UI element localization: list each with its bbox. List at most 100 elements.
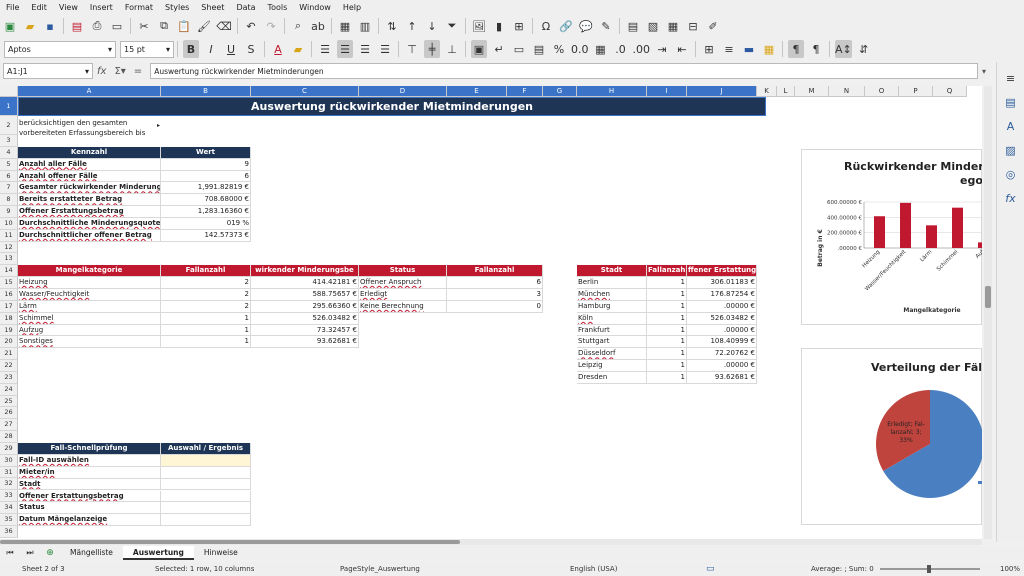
stadt-city[interactable]: Berlin (577, 277, 647, 290)
gallery-icon[interactable]: ▨ (1002, 141, 1020, 159)
stadt-cell[interactable]: 1 (647, 372, 687, 384)
row-header[interactable]: 19 (0, 324, 18, 337)
row-header[interactable]: 6 (0, 170, 18, 183)
menu-item[interactable]: Styles (159, 3, 195, 12)
font-name-box[interactable]: Aptos ▾ (4, 40, 116, 58)
stadt-city[interactable]: Frankfurt (577, 324, 647, 337)
kpi-header-value[interactable]: Wert (161, 146, 251, 159)
row-header[interactable]: 31 (0, 466, 18, 479)
row-header[interactable]: 20 (0, 336, 18, 349)
stadt-cell[interactable]: 72.20762 € (687, 348, 757, 361)
row-header[interactable]: 24 (0, 383, 18, 396)
stadt-cell[interactable]: 1 (647, 360, 687, 372)
pivot-table-icon[interactable]: ⊞ (511, 17, 527, 35)
column-header[interactable]: O (865, 86, 899, 97)
menu-item[interactable]: View (53, 3, 84, 12)
show-draw-functions-icon[interactable]: ✐ (705, 17, 721, 35)
mangel-cell[interactable]: 1 (161, 312, 251, 325)
find-replace-icon[interactable]: ⌕ (290, 17, 306, 35)
column-header[interactable]: K (757, 86, 777, 97)
align-top-icon[interactable]: ⊤ (404, 40, 420, 58)
add-sheet-icon[interactable]: ⊕ (42, 544, 58, 562)
name-box[interactable]: A1:J1 ▾ (3, 63, 93, 79)
center-vertically-icon[interactable]: ╪ (424, 40, 440, 58)
mangel-cell[interactable]: 1 (161, 324, 251, 337)
mangel-category[interactable]: Sonstiges (18, 336, 161, 349)
row-header[interactable]: 1 (0, 97, 18, 116)
hyperlink-icon[interactable]: 🔗 (558, 17, 574, 35)
row-header[interactable]: 25 (0, 395, 18, 408)
mangel-cell[interactable]: 1 (161, 336, 251, 349)
save-icon[interactable]: ▪ (42, 17, 58, 35)
row-header[interactable]: 13 (0, 253, 18, 266)
export-pdf-icon[interactable]: ▤ (69, 17, 85, 35)
note-line-2[interactable]: vorbereiteten Erfassungsbereich bis (18, 128, 178, 140)
percent-icon[interactable]: % (551, 40, 567, 58)
undo-icon[interactable]: ↶ (243, 17, 259, 35)
stadt-cell[interactable]: 1 (647, 336, 687, 349)
row-header[interactable]: 22 (0, 360, 18, 372)
row-header[interactable]: 2 (0, 116, 18, 135)
freeze-rows-columns-icon[interactable]: ▦ (665, 17, 681, 35)
mangel-header[interactable]: Fallanzahl (161, 265, 251, 278)
clone-formatting-icon[interactable]: 🖌 (196, 17, 212, 35)
italic-icon[interactable]: I (203, 40, 219, 58)
status-count[interactable]: 0 (447, 300, 543, 313)
cut-icon[interactable]: ✂ (136, 17, 152, 35)
add-decimal-icon[interactable]: .0 (613, 40, 629, 58)
last-sheet-icon[interactable]: ⏭ (22, 544, 38, 562)
kpi-header-key[interactable]: Kennzahl (18, 146, 161, 159)
status-header[interactable]: Fallanzahl (447, 265, 543, 278)
sort-ascending-icon[interactable]: ↑ (404, 17, 420, 35)
status-label[interactable]: Erledigt (359, 289, 447, 301)
mangel-category[interactable]: Lärm (18, 300, 161, 313)
mangel-cell[interactable]: 588.75657 € (251, 289, 359, 301)
paste-icon[interactable]: 📋 (176, 17, 192, 35)
row-header[interactable]: 21 (0, 348, 18, 361)
row-header[interactable]: 28 (0, 431, 18, 443)
corner-select-all[interactable] (0, 86, 18, 97)
zoom-level[interactable]: 100% (1000, 565, 1020, 573)
kpi-value[interactable]: 142.57373 € (161, 229, 251, 242)
status-count[interactable]: 6 (447, 277, 543, 290)
stadt-cell[interactable]: 1 (647, 277, 687, 290)
quick-header-result[interactable]: Auswahl / Ergebnis (161, 443, 251, 455)
justify-icon[interactable]: ☰ (377, 40, 393, 58)
bar-chart[interactable]: Rückwirkender Minderunegor 600.00000 € 400… (801, 149, 982, 325)
kpi-label[interactable]: Anzahl offener Fälle (18, 170, 161, 183)
column-header[interactable]: Q (933, 86, 967, 97)
column-header[interactable]: I (647, 86, 687, 97)
highlight-color-icon[interactable]: ▰ (290, 40, 306, 58)
mangel-header[interactable]: wirkender Minderungsbe (251, 265, 359, 278)
stadt-cell[interactable]: .00000 € (687, 324, 757, 337)
stadt-cell[interactable]: 1 (647, 300, 687, 313)
kpi-value[interactable]: 019 % (161, 217, 251, 230)
stadt-city[interactable]: Köln (577, 312, 647, 325)
quick-label[interactable]: Status (18, 502, 161, 515)
align-right-icon[interactable]: ☰ (357, 40, 373, 58)
column-header[interactable]: A (18, 86, 161, 97)
special-character-icon[interactable]: Ω (538, 17, 554, 35)
row-header[interactable]: 27 (0, 419, 18, 432)
stadt-cell[interactable]: .00000 € (687, 360, 757, 372)
autofilter-icon[interactable]: ⏷ (444, 17, 460, 35)
menu-item[interactable]: Data (230, 3, 261, 12)
row-header[interactable]: 35 (0, 514, 18, 526)
text-direction-icon[interactable]: A↕ (835, 40, 852, 58)
column-header[interactable]: F (507, 86, 543, 97)
kpi-label[interactable]: Anzahl aller Fälle (18, 158, 161, 171)
row-header[interactable]: 3 (0, 135, 18, 147)
row-header[interactable]: 8 (0, 194, 18, 207)
sort-descending-icon[interactable]: ↓ (424, 17, 440, 35)
menu-item[interactable]: File (0, 3, 25, 12)
styles-icon[interactable]: A (1002, 117, 1020, 135)
wrap-text-icon[interactable]: ↵ (491, 40, 507, 58)
stadt-cell[interactable]: 306.01183 € (687, 277, 757, 290)
column-header[interactable]: L (777, 86, 795, 97)
sheet-indicator[interactable]: Sheet 2 of 3 (22, 565, 65, 573)
menu-item[interactable]: Window (293, 3, 337, 12)
row-header[interactable]: 26 (0, 407, 18, 420)
print-icon[interactable]: ⎙ (89, 17, 105, 35)
column-header[interactable]: C (251, 86, 359, 97)
quick-input[interactable] (161, 502, 251, 515)
